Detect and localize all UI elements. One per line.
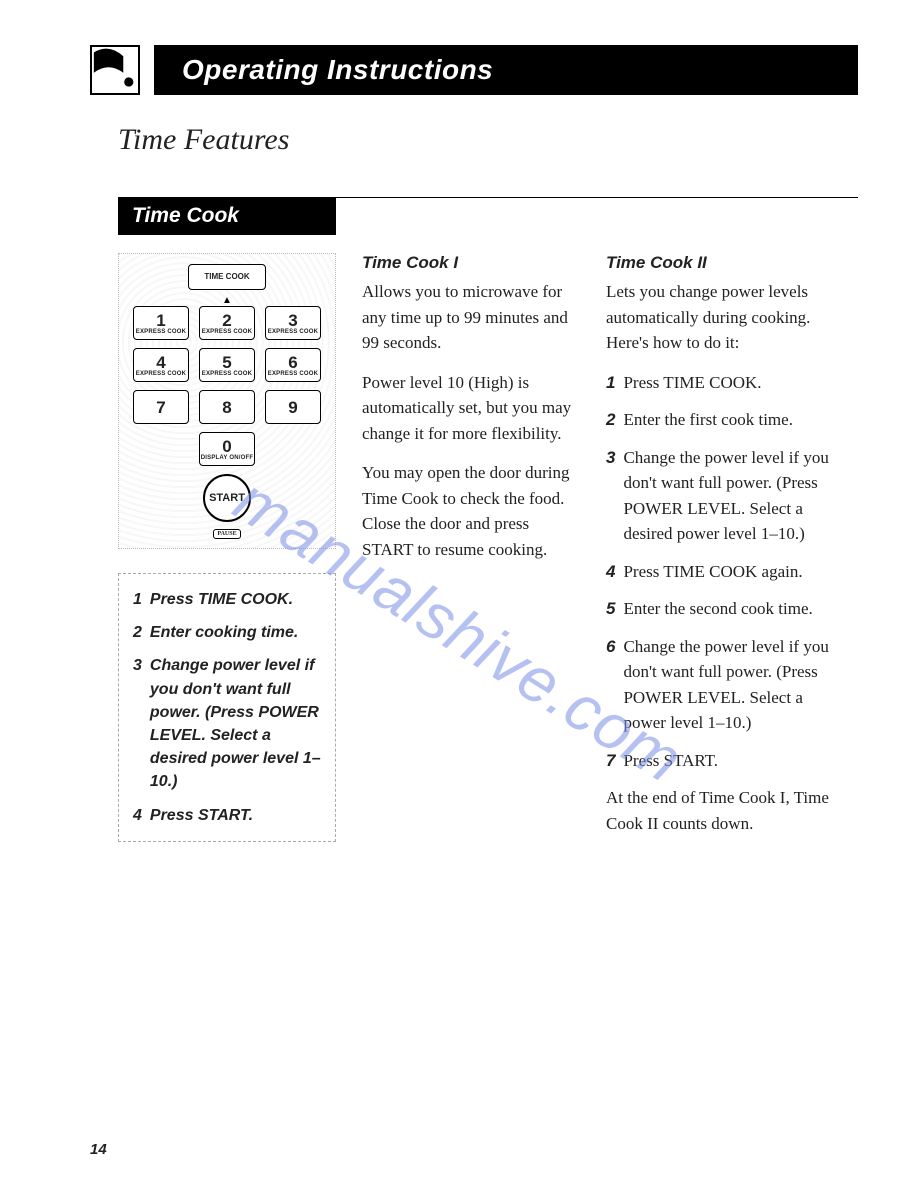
button-0: 0DISPLAY ON/OFF [199,432,255,466]
body-text: You may open the door during Time Cook t… [362,460,580,562]
button-7: 7 [133,390,189,424]
heading-time-cook-1: Time Cook I [362,253,580,273]
button-9: 9 [265,390,321,424]
step-text: Press TIME COOK. [150,588,323,611]
step-text: Change power level if you don't want ful… [150,654,323,793]
header-bar: Operating Instructions [154,45,858,95]
step-num: 5 [606,596,615,622]
step-text: Enter the second cook time. [623,596,836,622]
section-label: Time Cook [118,198,336,235]
step-text: Enter cooking time. [150,621,323,644]
heading-time-cook-2: Time Cook II [606,253,836,273]
step-num: 4 [133,804,142,827]
step-num: 3 [606,445,615,547]
step-num: 6 [606,634,615,736]
body-text: At the end of Time Cook I, Time Cook II … [606,785,836,836]
step-num: 2 [606,407,615,433]
step-num: 1 [606,370,615,396]
body-text: Allows you to microwave for any time up … [362,279,580,356]
step-text: Press TIME COOK again. [623,559,836,585]
step-num: 3 [133,654,142,793]
button-8: 8 [199,390,255,424]
page-subtitle: Time Features [118,123,858,157]
page-number: 14 [90,1141,107,1158]
step-num: 4 [606,559,615,585]
button-5: 5EXPRESS COOK [199,348,255,382]
step-text: Enter the first cook time. [623,407,836,433]
button-1: 1EXPRESS COOK [133,306,189,340]
button-2: 2EXPRESS COOK [199,306,255,340]
step-num: 2 [133,621,142,644]
step-text: Change the power level if you don't want… [623,634,836,736]
step-text: Press START. [150,804,323,827]
step-text: Press START. [623,748,836,774]
header-title: Operating Instructions [182,54,493,86]
body-text: Lets you change power levels automatical… [606,279,836,356]
manual-icon [90,45,140,95]
button-3: 3EXPRESS COOK [265,306,321,340]
step-text: Change the power level if you don't want… [623,445,836,547]
button-pause: PAUSE [213,529,240,539]
quick-steps-box: 1 Press TIME COOK. 2 Enter cooking time. 3… [118,573,336,842]
step-num: 1 [133,588,142,611]
step-num: 7 [606,748,615,774]
button-4: 4EXPRESS COOK [133,348,189,382]
ordered-steps: 1 Press TIME COOK. 2 Enter the first cook … [606,370,836,774]
body-text: Power level 10 (High) is automatically s… [362,370,580,447]
button-start: START [203,474,251,522]
step-text: Press TIME COOK. [623,370,836,396]
keypad-illustration: TIME COOK ▲ 1EXPRESS COOK 2EXPRESS COOK … [118,253,336,549]
button-time-cook: TIME COOK [188,264,266,290]
button-6: 6EXPRESS COOK [265,348,321,382]
